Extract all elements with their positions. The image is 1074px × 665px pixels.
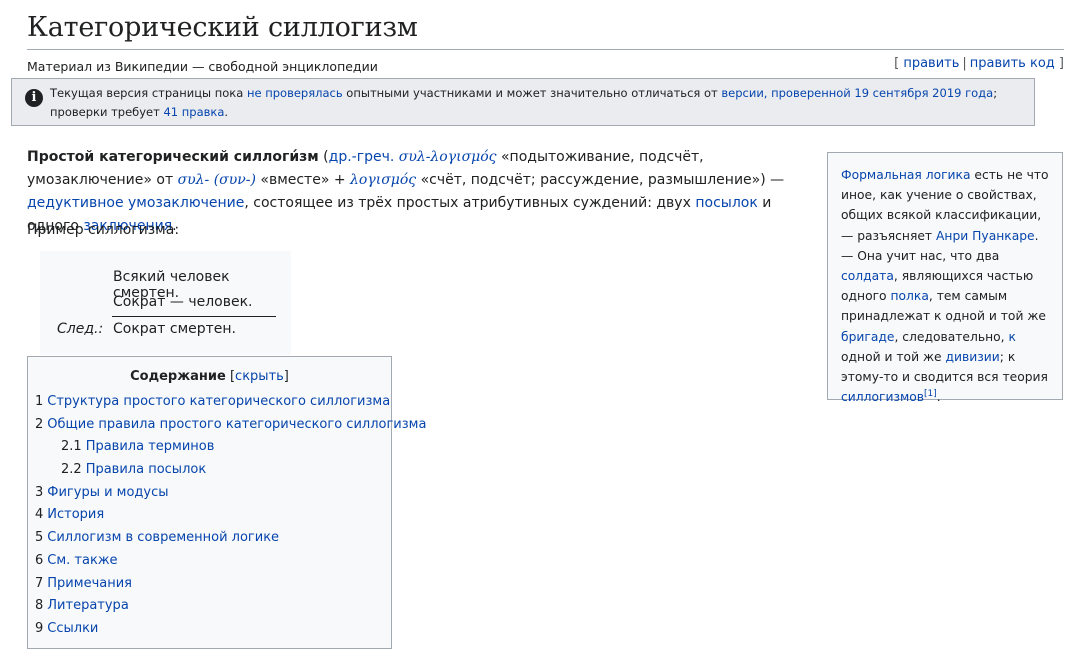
toc-link[interactable]: Структура простого категорического силло… [47,394,390,409]
toc-item[interactable]: 2.1 Правила терминов [35,438,426,461]
subline: Материал из Википедии — свободной энцикл… [27,50,1064,76]
toc-link[interactable]: Правила терминов [86,439,215,454]
quote-part: . [936,390,941,405]
division-link[interactable]: дивизии [946,350,1000,364]
syllogism-example: Всякий человек смертен. Сократ — человек… [40,251,291,355]
lead-text: ( [318,149,329,165]
reviewed-version-link[interactable]: версии, проверенной 19 сентября 2019 год… [721,86,993,100]
lead-term: Простой категорический силлоги́зм [27,149,319,165]
lead-text: «счёт, подсчёт; рассуждение, размышление… [416,172,785,188]
deductive-link[interactable]: дедуктивное умозаключение [27,195,244,211]
reference-link[interactable]: [1] [924,389,937,399]
review-notice: i Текущая версия страницы пока не провер… [11,78,1035,126]
premise-minor: Сократ — человек. [113,294,253,310]
quote-part: одной и той же [841,349,946,364]
greek-word-link[interactable]: συλ-λογισμός [399,149,497,165]
toc-item[interactable]: 1 Структура простого категорического силл… [35,393,426,416]
notice-text-part: Текущая версия страницы пока [50,86,247,100]
toc-number: 2.2 [61,462,82,478]
quote-part: , следовательно, [894,329,1009,344]
toc-number: 6 [35,552,44,568]
toc-item[interactable]: 2.2 Правила посылок [35,461,426,484]
toc-item[interactable]: 9 Ссылки [35,620,426,643]
quote-text: Формальная логика есть не что иное, как … [841,165,1053,407]
toc-link[interactable]: Литература [47,598,129,613]
k-link[interactable]: к [1008,330,1015,344]
toc-link[interactable]: См. также [47,553,117,568]
article: Категорический силлогизм Материал из Вик… [27,0,1064,76]
edit-links: [ править | править код ] [894,55,1064,71]
formal-logic-link[interactable]: Формальная логика [841,168,971,182]
therefore-label: След.: [57,321,104,337]
toc-number: 2 [35,416,44,432]
not-reviewed-link[interactable]: не проверялась [247,86,343,100]
toc-title: Содержание [скрыть] [28,369,391,384]
notice-text-part: опытными участниками и может значительно… [342,86,722,100]
lead-text: , состоящее из трёх простых атрибутивных… [244,195,696,211]
toc-item[interactable]: 6 См. также [35,552,426,575]
toc-item[interactable]: 4 История [35,506,426,529]
brigade-link[interactable]: бригаде [841,330,894,344]
edit-link[interactable]: править [903,56,959,71]
toc-number: 2.1 [61,439,82,455]
toc-link[interactable]: Силлогизм в современной логике [47,530,279,545]
notice-text: Текущая версия страницы пока не проверял… [50,84,1014,122]
site-subtitle: Материал из Википедии — свободной энцикл… [27,58,378,74]
toc-number: 8 [35,598,44,614]
regiment-link[interactable]: полка [890,289,928,303]
toc-item[interactable]: 7 Примечания [35,575,426,598]
toc-number: 1 [35,394,44,409]
toc-link[interactable]: Ссылки [47,621,98,636]
toc-bracket: ] [283,369,289,384]
example-label: Пример силлогизма: [27,222,180,238]
pending-edits-link[interactable]: 41 правка [163,105,224,119]
info-icon: i [25,89,43,107]
toc-link[interactable]: Общие правила простого категорического с… [47,417,426,432]
syllogisms-link[interactable]: силлогизмов [841,390,924,404]
page-title: Категорический силлогизм [27,0,1064,50]
premises-link[interactable]: посылок [695,195,757,211]
toc-link[interactable]: История [47,507,104,522]
notice-text-part: . [224,105,229,119]
soldier-link[interactable]: солдата [841,269,894,283]
toc-number: 5 [35,530,44,546]
toc-link[interactable]: Примечания [47,576,132,591]
lead-text: «вместе» + [255,172,351,188]
edit-code-link[interactable]: править код [970,56,1055,71]
toc-item[interactable]: 8 Литература [35,597,426,620]
toc-number: 3 [35,484,44,500]
conclusion-line: Сократ смертен. [113,321,236,337]
greek-prefix-link[interactable]: συλ- [178,172,210,188]
greek-logismos-link[interactable]: λογισμός [350,172,416,188]
quote-box: Формальная логика есть не что иное, как … [827,152,1063,404]
toc-number: 7 [35,575,44,591]
toc-link[interactable]: Фигуры и модусы [47,485,168,500]
toc-link[interactable]: Правила посылок [86,462,207,477]
toc-item[interactable]: 2 Общие правила простого категорического … [35,416,426,439]
table-of-contents: Содержание [скрыть] 1 Структура простого … [27,356,426,649]
lang-link[interactable]: др.-греч. [329,149,395,165]
greek-prefix-alt-link[interactable]: (συν-) [214,172,256,188]
toc-item[interactable]: 5 Силлогизм в современной логике [35,529,426,552]
toc-hide-link[interactable]: скрыть [235,369,284,384]
conclusion-rule [112,316,276,317]
toc-heading: Содержание [130,369,226,384]
toc-list: 1 Структура простого категорического силл… [35,393,426,643]
poincare-link[interactable]: Анри Пуанкаре [936,229,1035,243]
toc-item[interactable]: 3 Фигуры и модусы [35,484,426,507]
toc-number: 4 [35,507,44,523]
toc-number: 9 [35,620,44,636]
